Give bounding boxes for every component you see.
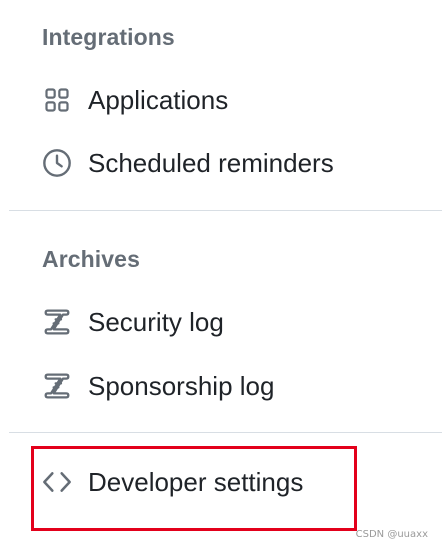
clock-icon xyxy=(40,146,74,180)
watermark: CSDN @uuaxx xyxy=(355,529,428,540)
log-icon xyxy=(40,369,74,403)
integrations-heading: Integrations xyxy=(42,24,175,50)
sidebar-item-security-log[interactable]: Security log xyxy=(40,302,224,342)
archives-heading: Archives xyxy=(42,246,140,272)
sidebar-item-label: Security log xyxy=(88,306,224,337)
section-divider xyxy=(9,432,442,433)
sidebar-item-label: Developer settings xyxy=(88,466,304,497)
apps-grid-icon xyxy=(40,83,74,117)
sidebar-item-scheduled-reminders[interactable]: Scheduled reminders xyxy=(40,143,334,183)
sidebar-item-developer-settings[interactable]: Developer settings xyxy=(40,462,303,502)
sidebar-item-label: Scheduled reminders xyxy=(88,147,334,178)
sidebar-item-label: Sponsorship log xyxy=(88,370,275,401)
sidebar-item-applications[interactable]: Applications xyxy=(40,80,228,120)
sidebar-item-label: Applications xyxy=(88,84,229,115)
code-icon xyxy=(40,465,74,499)
settings-sidebar: Integrations Applications Scheduled remi… xyxy=(0,0,442,552)
log-icon xyxy=(40,305,74,339)
section-divider xyxy=(9,210,442,211)
sidebar-item-sponsorship-log[interactable]: Sponsorship log xyxy=(40,366,274,406)
